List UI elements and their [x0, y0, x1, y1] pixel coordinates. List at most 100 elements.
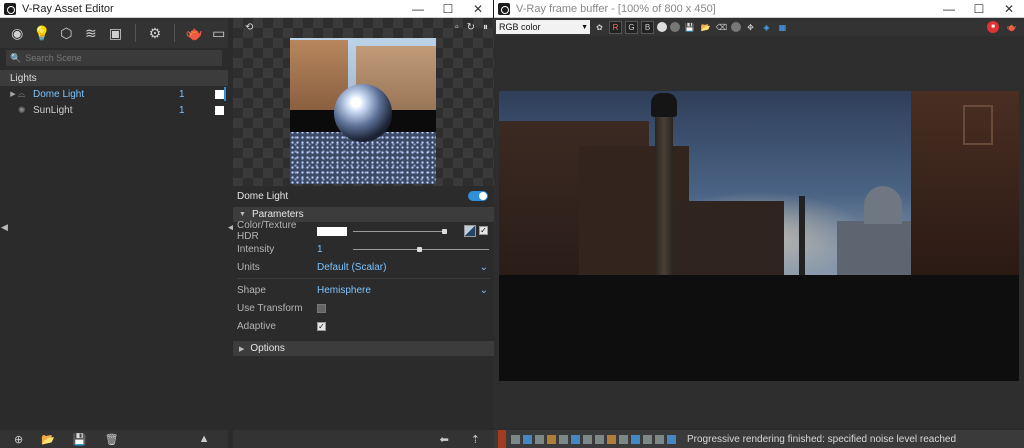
color-wheel-icon[interactable]: ✿ — [593, 21, 606, 34]
dome-light-icon: ⌓ — [18, 88, 26, 99]
materials-icon[interactable]: ◉ — [8, 22, 27, 44]
param-label: Use Transform — [237, 302, 303, 314]
minimize-button[interactable]: — — [934, 0, 964, 18]
asset-editor-window: V-Ray Asset Editor — ☐ ✕ ◉ 💡 ⬡ ≋ ▣ ⚙ 🫖 ▭… — [0, 0, 494, 448]
window-icon[interactable]: ▫ — [455, 22, 459, 33]
add-asset-icon[interactable]: ⊕ — [14, 433, 23, 446]
save-icon[interactable]: 💾 — [73, 433, 87, 446]
adaptive-row: Adaptive ✓ — [233, 317, 494, 335]
use-transform-checkbox[interactable] — [317, 303, 326, 313]
status-tool-icon[interactable] — [607, 434, 616, 444]
status-tool-icon[interactable] — [547, 434, 556, 444]
alpha-icon[interactable] — [670, 22, 680, 32]
slider-knob[interactable] — [417, 247, 422, 252]
status-tool-icon[interactable] — [667, 434, 676, 444]
collapse-left-icon[interactable]: ◀ — [1, 222, 8, 233]
status-tool-icon[interactable] — [619, 434, 628, 444]
track-mouse-icon[interactable]: ✥ — [744, 21, 757, 34]
pin-icon[interactable]: ⟲ — [245, 22, 253, 33]
white-dot-icon[interactable] — [657, 22, 667, 32]
frame-buffer-icon[interactable]: ▭ — [210, 22, 229, 44]
param-label: Intensity — [237, 243, 275, 255]
chevron-down-icon[interactable]: ⌄ — [480, 285, 488, 296]
preview-toolbar: ⟲ ▫ ↻ ⏸ — [237, 22, 488, 33]
outliner-bottom-bar: ⊕ 📂 💾 🗑 ▲ — [0, 430, 228, 448]
status-tool-icon[interactable] — [631, 434, 640, 444]
blue-channel-button[interactable]: B — [641, 20, 654, 34]
light-enable-swatch[interactable] — [215, 105, 224, 115]
options-group-header[interactable]: ▶ Options — [233, 341, 494, 356]
channel-select[interactable]: RGB color ▼ — [496, 20, 590, 34]
render-lamp — [651, 93, 677, 117]
red-channel-button[interactable]: R — [609, 20, 622, 34]
vfb-window-icon[interactable]: ▦ — [776, 21, 789, 34]
intensity-value[interactable]: 1 — [317, 244, 323, 255]
maximize-button[interactable]: ☐ — [433, 0, 463, 18]
shape-dropdown[interactable]: Hemisphere — [317, 285, 371, 296]
refresh-icon[interactable]: ↻ — [467, 22, 475, 33]
render-viewport[interactable] — [494, 36, 1024, 428]
properties-bottom-bar: ⬅ ⇡ — [233, 430, 494, 448]
upload-icon[interactable]: ⇡ — [471, 433, 480, 446]
light-row-sun[interactable]: ✺ SunLight 1 — [0, 102, 228, 118]
frame-buffer-statusbar: Progressive rendering finished: specifie… — [494, 430, 1024, 448]
lights-icon[interactable]: 💡 — [33, 22, 52, 44]
light-properties-panel: ⟲ ▫ ↻ ⏸ Dome Light ▼ Parameters Color/Te… — [233, 18, 494, 430]
maximize-button[interactable]: ☐ — [964, 0, 994, 18]
status-tool-icon[interactable] — [523, 434, 532, 444]
back-arrow-icon[interactable]: ⬅ — [440, 433, 449, 446]
status-tool-icon[interactable] — [559, 434, 568, 444]
render-controls: ■ 🫖 — [987, 20, 1018, 34]
open-file-icon[interactable]: 📂 — [41, 433, 55, 446]
status-tool-icon[interactable] — [583, 434, 592, 444]
render-teapot-icon[interactable]: 🫖 — [1005, 21, 1018, 34]
texture-checkbox[interactable]: ✓ — [479, 226, 488, 235]
render-icon[interactable]: 🫖 — [185, 22, 204, 44]
light-count: 1 — [179, 104, 185, 116]
clear-image-icon[interactable]: ⌫ — [715, 21, 728, 34]
light-enable-swatch[interactable] — [215, 89, 224, 99]
textures-icon[interactable]: ▣ — [106, 22, 125, 44]
status-tool-icon[interactable] — [595, 434, 604, 444]
settings-icon[interactable]: ⚙ — [146, 22, 165, 44]
render-region-icon[interactable]: ◈ — [760, 21, 773, 34]
units-dropdown[interactable]: Default (Scalar) — [317, 262, 386, 273]
color-swatch[interactable] — [317, 226, 347, 236]
load-image-icon[interactable]: 📂 — [699, 21, 712, 34]
light-header: Dome Light — [233, 188, 494, 204]
geometry-icon[interactable]: ⬡ — [57, 22, 76, 44]
expand-arrow-icon[interactable]: ▶ — [8, 90, 18, 98]
close-button[interactable]: ✕ — [994, 0, 1024, 18]
close-button[interactable]: ✕ — [463, 0, 493, 18]
intensity-slider[interactable] — [353, 247, 489, 252]
history-icon[interactable] — [731, 22, 741, 32]
use-transform-row: Use Transform — [233, 299, 494, 317]
render-elements-icon[interactable]: ≋ — [82, 22, 101, 44]
color-slider[interactable] — [353, 229, 447, 234]
green-channel-button[interactable]: G — [625, 20, 638, 34]
minimize-button[interactable]: — — [403, 0, 433, 18]
pause-icon[interactable]: ⏸ — [483, 22, 488, 33]
light-enable-toggle[interactable] — [468, 191, 488, 201]
preview-sphere — [334, 84, 392, 142]
status-tool-icon[interactable] — [655, 434, 664, 444]
purge-icon[interactable]: ▲ — [199, 433, 210, 445]
texture-slot-icon[interactable] — [464, 225, 476, 237]
light-row-dome[interactable]: ▶ ⌓ Dome Light 1 — [0, 86, 228, 102]
status-tool-icon[interactable] — [643, 434, 652, 444]
search-scene-field[interactable]: 🔍 Search Scene — [6, 50, 222, 66]
save-image-icon[interactable]: 💾 — [683, 21, 696, 34]
divider — [237, 278, 490, 279]
status-tool-icon[interactable] — [511, 434, 520, 444]
status-tool-icon[interactable] — [535, 434, 544, 444]
dome-preview-image — [290, 38, 436, 184]
chevron-down-icon[interactable]: ⌄ — [480, 262, 488, 273]
sun-light-icon: ✺ — [18, 104, 26, 115]
lights-section-label: Lights — [0, 70, 228, 86]
delete-icon[interactable]: 🗑 — [105, 433, 119, 446]
stop-render-button[interactable]: ■ — [987, 20, 999, 33]
adaptive-checkbox[interactable]: ✓ — [317, 321, 326, 331]
status-tool-icon[interactable] — [571, 434, 580, 444]
slider-knob[interactable] — [442, 229, 447, 234]
